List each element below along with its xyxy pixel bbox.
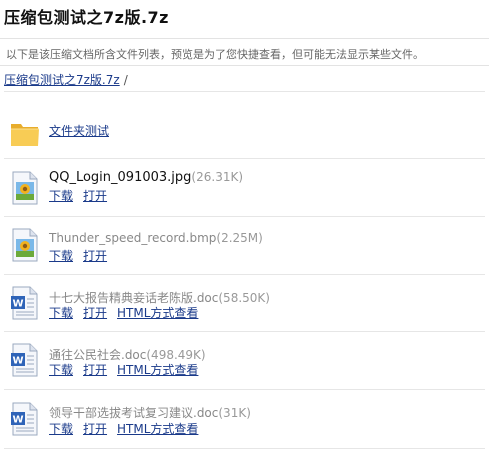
divider (4, 274, 485, 275)
word-document-icon[interactable]: W (10, 343, 40, 377)
file-name-text: Thunder_speed_record.bmp (49, 231, 217, 245)
file-actions: 下载 打开 (49, 247, 117, 264)
file-actions: 下载 打开 (49, 187, 117, 204)
file-size: (498.49K) (146, 348, 206, 362)
download-link[interactable]: 下载 (49, 363, 73, 377)
svg-text:W: W (12, 415, 23, 426)
file-name-text: 通往公民社会.doc (49, 348, 147, 362)
download-link[interactable]: 下载 (49, 249, 73, 263)
file-name: Thunder_speed_record.bmp(2.25M) (49, 231, 263, 245)
open-link[interactable]: 打开 (83, 422, 107, 436)
description-text: 以下是该压缩文档所含文件列表，预览是为了您快捷查看，但可能无法显示某些文件。 (6, 48, 424, 61)
page-title: 压缩包测试之7z版.7z (4, 8, 169, 27)
divider (4, 448, 485, 449)
file-size: (26.31K) (191, 170, 244, 184)
breadcrumb-separator: / (123, 73, 128, 87)
file-size: (31K) (218, 406, 251, 420)
folder-link[interactable]: 文件夹测试 (49, 122, 109, 139)
divider (4, 91, 485, 92)
image-file-icon[interactable] (10, 228, 40, 262)
file-actions: 下载 打开 HTML方式查看 (49, 420, 208, 437)
open-link[interactable]: 打开 (83, 363, 107, 377)
file-name-text: QQ_Login_091003.jpg (49, 170, 192, 185)
download-link[interactable]: 下载 (49, 306, 73, 320)
divider (4, 158, 485, 159)
file-actions: 下载 打开 HTML方式查看 (49, 361, 208, 378)
file-size: (58.50K) (218, 291, 270, 305)
file-actions: 下载 打开 HTML方式查看 (49, 304, 208, 321)
svg-text:W: W (12, 299, 23, 310)
file-name-text: 十七大报告精典妾话老陈版.doc (49, 291, 219, 305)
word-document-icon[interactable]: W (10, 286, 40, 320)
svg-text:W: W (12, 356, 23, 367)
html-view-link[interactable]: HTML方式查看 (117, 306, 198, 320)
breadcrumb: 压缩包测试之7z版.7z / (4, 71, 128, 88)
divider (4, 216, 485, 217)
file-size: (2.25M) (216, 231, 263, 245)
html-view-link[interactable]: HTML方式查看 (117, 363, 198, 377)
folder-icon[interactable] (10, 116, 40, 150)
html-view-link[interactable]: HTML方式查看 (117, 422, 198, 436)
open-link[interactable]: 打开 (83, 306, 107, 320)
image-file-icon[interactable] (10, 171, 40, 205)
divider (4, 389, 485, 390)
file-name-text: 领导干部选拔考试复习建议.doc (49, 406, 219, 420)
breadcrumb-archive-link[interactable]: 压缩包测试之7z版.7z (4, 73, 120, 87)
open-link[interactable]: 打开 (83, 189, 107, 203)
download-link[interactable]: 下载 (49, 189, 73, 203)
word-document-icon[interactable]: W (10, 402, 40, 436)
file-name: QQ_Login_091003.jpg(26.31K) (49, 170, 243, 185)
description-bar: 以下是该压缩文档所含文件列表，预览是为了您快捷查看，但可能无法显示某些文件。 (0, 38, 489, 66)
download-link[interactable]: 下载 (49, 422, 73, 436)
open-link[interactable]: 打开 (83, 249, 107, 263)
file-name: 领导干部选拔考试复习建议.doc(31K) (49, 404, 251, 421)
divider (4, 331, 485, 332)
